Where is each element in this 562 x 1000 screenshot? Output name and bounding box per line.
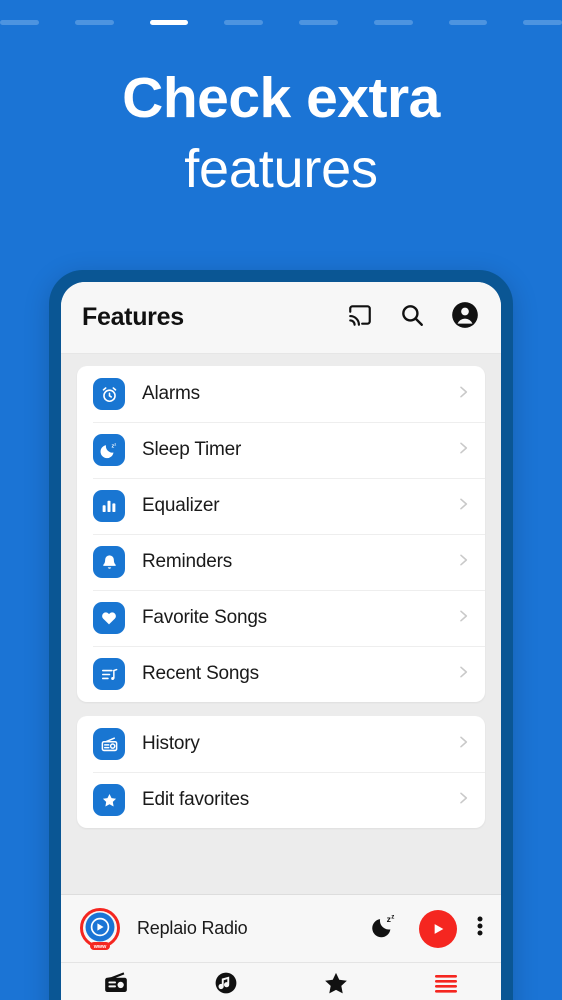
chevron-right-icon xyxy=(455,790,471,811)
nav-item-favorites[interactable]: Favorites xyxy=(281,970,391,1000)
app-bar: Features xyxy=(61,282,501,354)
nav-item-music[interactable]: Music xyxy=(171,971,281,1000)
heart-icon xyxy=(93,602,125,634)
features-card-secondary: History Edit favorites xyxy=(77,716,485,828)
player-actions: z z xyxy=(371,909,483,948)
cast-icon[interactable] xyxy=(347,302,373,333)
pagination-bar-2[interactable] xyxy=(74,20,114,25)
pagination-bar-7[interactable] xyxy=(448,20,488,25)
list-item-alarms[interactable]: Alarms xyxy=(77,366,485,422)
list-item-label: Alarms xyxy=(142,383,200,404)
mini-player-bar[interactable]: www Replaio Radio z z xyxy=(61,894,501,962)
account-icon[interactable] xyxy=(451,301,479,334)
pagination-bar-4[interactable] xyxy=(224,20,263,25)
music-note-icon xyxy=(214,971,238,1000)
list-item-edit-favorites[interactable]: Edit favorites xyxy=(77,772,485,828)
features-card-primary: Alarms z z Sleep Timer Equalizer Reminde… xyxy=(77,366,485,702)
moon-sleep-icon: z z xyxy=(93,434,125,466)
phone-screen: Features Alarms z z Sleep Timer Equalize… xyxy=(61,282,501,1000)
chevron-right-icon xyxy=(455,664,471,685)
pagination-bar-5[interactable] xyxy=(299,20,338,25)
pagination-bar-8[interactable] xyxy=(523,20,562,25)
star-icon xyxy=(323,970,349,1000)
play-button[interactable] xyxy=(419,909,457,948)
bell-icon xyxy=(93,546,125,578)
star-badge-icon xyxy=(93,784,125,816)
alarm-clock-icon xyxy=(93,378,125,410)
page-title: Features xyxy=(82,303,184,331)
pagination-bar-6[interactable] xyxy=(373,20,413,25)
list-item-sleep-timer[interactable]: z z Sleep Timer xyxy=(77,422,485,478)
search-icon[interactable] xyxy=(399,302,425,333)
list-item-label: History xyxy=(142,733,200,754)
station-logo: www xyxy=(77,906,123,952)
pagination-bar-3-active[interactable] xyxy=(149,20,189,25)
pagination-bar-1[interactable] xyxy=(0,20,39,25)
chevron-right-icon xyxy=(455,440,471,461)
headline-line-1: Check extra xyxy=(122,66,440,130)
chevron-right-icon xyxy=(455,384,471,405)
list-item-label: Recent Songs xyxy=(142,663,259,684)
list-item-label: Edit favorites xyxy=(142,789,250,810)
list-item-equalizer[interactable]: Equalizer xyxy=(77,478,485,534)
list-item-label: Equalizer xyxy=(142,495,220,516)
nav-item-more[interactable]: More xyxy=(391,972,501,1000)
list-item-label: Favorite Songs xyxy=(142,607,267,628)
playlist-music-icon xyxy=(93,658,125,690)
app-bar-actions xyxy=(347,301,479,334)
promo-headline: Check extra features xyxy=(0,66,562,199)
chevron-right-icon xyxy=(455,608,471,629)
headline-line-2: features xyxy=(184,138,378,199)
carousel-pagination[interactable] xyxy=(0,20,562,25)
svg-text:z: z xyxy=(391,913,394,920)
bottom-navigation: Radio Music Favorites xyxy=(61,962,501,1000)
nav-item-radio[interactable]: Radio xyxy=(61,970,171,1000)
sleep-timer-icon[interactable]: z z xyxy=(371,912,399,945)
list-item-history[interactable]: History xyxy=(77,716,485,772)
features-list: Alarms z z Sleep Timer Equalizer Reminde… xyxy=(61,354,501,894)
list-item-label: Reminders xyxy=(142,551,233,572)
chevron-right-icon xyxy=(455,734,471,755)
list-item-recent-songs[interactable]: Recent Songs xyxy=(77,646,485,702)
overflow-menu-icon[interactable] xyxy=(477,914,483,943)
radio-icon xyxy=(93,728,125,760)
list-item-reminders[interactable]: Reminders xyxy=(77,534,485,590)
svg-text:z: z xyxy=(114,441,116,446)
station-name: Replaio Radio xyxy=(137,918,248,938)
chevron-right-icon xyxy=(455,552,471,573)
equalizer-bars-icon xyxy=(93,490,125,522)
logo-badge-text: www xyxy=(93,944,107,950)
phone-mockup: Features Alarms z z Sleep Timer Equalize… xyxy=(49,270,513,1000)
list-item-favorite-songs[interactable]: Favorite Songs xyxy=(77,590,485,646)
list-item-label: Sleep Timer xyxy=(142,439,242,460)
hamburger-icon xyxy=(433,972,459,999)
radio-icon xyxy=(103,970,129,1000)
chevron-right-icon xyxy=(455,496,471,517)
